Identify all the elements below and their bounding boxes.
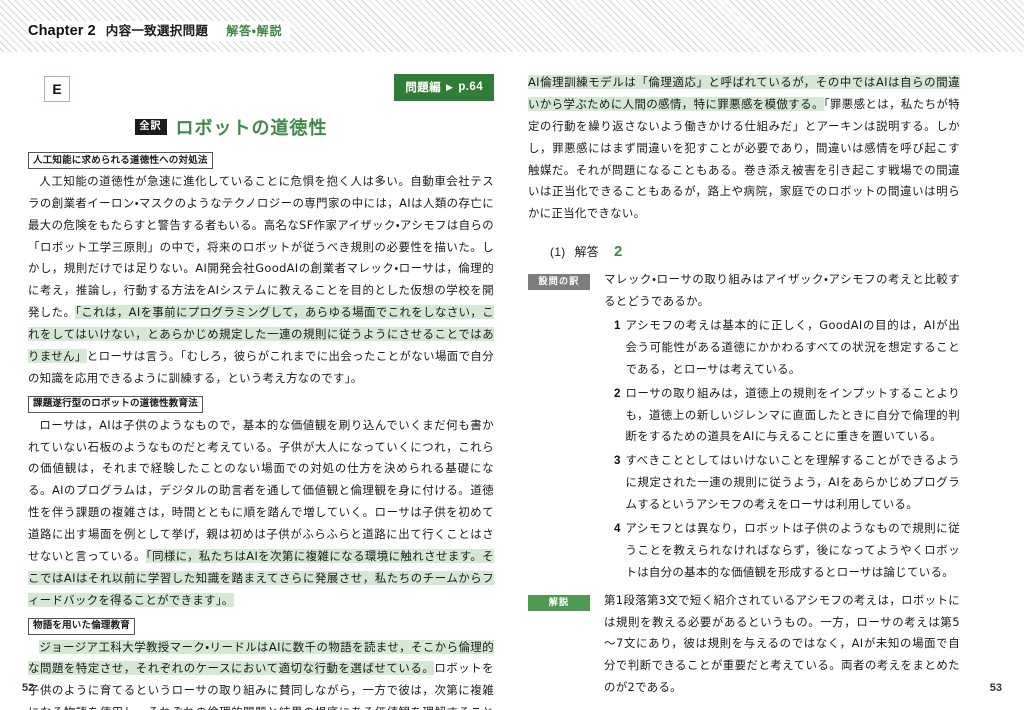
choice-text: アシモフの考えは基本的に正しく，GoodAIの目的は，AIが出会う可能性がある道… xyxy=(625,318,960,376)
full-translation-badge: 全訳 xyxy=(134,119,167,135)
textbook-spread: Chapter 2 内容一致選択問題 解答・解説 E 問題編 ▶ p.64 全訳… xyxy=(0,0,1024,710)
answer-number: (1) xyxy=(550,245,566,260)
choice-number: 3 xyxy=(614,454,621,468)
answer-word-label: 解答 xyxy=(574,245,600,260)
running-header: Chapter 2 内容一致選択問題 解答・解説 xyxy=(0,0,1024,52)
paragraph: 人工知能の道徳性が急速に進化していることに危惧を抱く人は多い。自動車会社テスラの… xyxy=(28,171,494,390)
text-run: 人工知能の道徳性が急速に進化していることに危惧を抱く人は多い。自動車会社テスラの… xyxy=(28,173,494,320)
explanation-row: 解説 第1段落第3文で短く紹介されているアシモフの考えは，ロボットには規則を教え… xyxy=(528,590,960,701)
highlighted-text-run: ジョージア工科大学教授マーク・リードルはAIに数千の物語を読ませ，そこから倫理的… xyxy=(28,639,494,676)
page-gutter xyxy=(511,52,512,710)
paragraph-continuation: AI倫理訓練モデルは「倫理適応」と呼ばれているが，その中ではAIは自らの間違いか… xyxy=(528,72,960,225)
paragraph: ローサは，AIは子供のようなもので，基本的な価値観を刷り込んでいくまだ何も書かれ… xyxy=(28,415,495,612)
header-text-group: Chapter 2 内容一致選択問題 解答・解説 xyxy=(28,20,282,42)
choice-number: 2 xyxy=(614,386,621,400)
reference-label: 問題編 xyxy=(405,82,442,94)
header-topic-label: 内容一致選択問題 xyxy=(105,24,209,38)
question-lead: マレック・ローサの取り組みはアイザック・アシモフの考えと比較するとどうであるか。 xyxy=(604,272,960,309)
answer-block: (1) 解答 2 設問の訳 マレック・ローサの取り組みはアイザック・アシモフの考… xyxy=(528,243,960,701)
choice-item: 3 すべきこととしてはいけないことを理解することができるように規定された一連の規… xyxy=(614,450,960,518)
right-page-column: AI倫理訓練モデルは「倫理適応」と呼ばれているが，その中ではAIは自らの間違いか… xyxy=(528,72,960,710)
page-title: ロボットの道徳性 xyxy=(175,118,328,138)
page-number-right: 53 xyxy=(989,682,1002,694)
section-heading-label: 人工知能に求められる道徳性への対処法 xyxy=(28,152,213,169)
choice-item: 4 アシモフとは異なり，ロボットは子供のようなもので規則に従うことを教えられなけ… xyxy=(614,518,960,586)
explanation-text: 第1段落第3文で短く紹介されているアシモフの考えは，ロボットには規則を教える必要… xyxy=(604,592,960,695)
play-arrow-icon: ▶ xyxy=(446,81,454,92)
section-letter-badge: E xyxy=(44,76,70,102)
translation-section: 人工知能に求められる道徳性への対処法 人工知能の道徳性が急速に進化していることに… xyxy=(28,148,494,390)
choice-text: アシモフとは異なり，ロボットは子供のようなもので規則に従うことを教えられなければ… xyxy=(625,521,960,579)
header-kind-label: 解答・解説 xyxy=(226,24,283,38)
text-run: とローサは言う。「むしろ，彼らがこれまでに出会ったことがない場面で自分の知識を応… xyxy=(28,349,494,385)
question-translation-tag: 設問の訳 xyxy=(528,274,590,291)
paragraph: ジョージア工科大学教授マーク・リードルはAIに数千の物語を読ませ，そこから倫理的… xyxy=(28,637,494,710)
answer-header: (1) 解答 2 xyxy=(550,243,960,260)
problem-reference-pill[interactable]: 問題編 ▶ p.64 xyxy=(394,74,494,101)
translation-section: 物語を用いた倫理教育 ジョージア工科大学教授マーク・リードルはAIに数千の物語を… xyxy=(28,614,494,710)
question-translation-row: 設問の訳 マレック・ローサの取り組みはアイザック・アシモフの考えと比較するとどう… xyxy=(528,269,960,585)
choice-item: 1 アシモフの考えは基本的に正しく，GoodAIの目的は，AIが出会う可能性があ… xyxy=(614,315,960,383)
choice-text: ローサの取り組みは，道徳上の規則をインプットすることよりも，道徳上の新しいジレン… xyxy=(625,385,960,444)
text-run: ローサは，AIは子供のようなもので，基本的な価値観を刷り込んでいくまだ何も書かれ… xyxy=(28,417,494,564)
choice-list: 1 アシモフの考えは基本的に正しく，GoodAIの目的は，AIが出会う可能性があ… xyxy=(614,315,960,586)
section-heading-label: 課題遂行型のロボットの道徳性教育法 xyxy=(28,395,203,413)
explanation-tag: 解説 xyxy=(528,594,590,611)
choice-number: 1 xyxy=(614,319,621,333)
translation-section: 課題遂行型のロボットの道徳性教育法 ローサは，AIは子供のようなもので，基本的な… xyxy=(28,392,495,612)
page-number-left: 52 xyxy=(22,682,35,694)
explanation-body: 第1段落第3文で短く紹介されているアシモフの考えは，ロボットには規則を教える必要… xyxy=(604,590,960,701)
section-heading-label: 物語を用いた倫理教育 xyxy=(28,617,136,635)
left-page-top-row: E 問題編 ▶ p.64 xyxy=(28,72,494,108)
tag-column: 解説 xyxy=(528,590,604,611)
choice-number: 4 xyxy=(614,522,621,536)
left-page-column: E 問題編 ▶ p.64 全訳 ロボットの道徳性 人工知能に求められる道徳性への… xyxy=(28,72,495,710)
reference-page: p.64 xyxy=(458,81,483,93)
question-translation-body: マレック・ローサの取り組みはアイザック・アシモフの考えと比較するとどうであるか。… xyxy=(604,269,960,585)
choice-item: 2 ローサの取り組みは，道徳上の規則をインプットすることよりも，道徳上の新しいジ… xyxy=(614,383,960,451)
header-chapter-label: Chapter 2 xyxy=(28,23,96,39)
side-tab-text-group: Chapter 2 内容一致選択問題 解答・解説 xyxy=(992,160,1024,396)
choice-text: すべきこととしてはいけないことを理解することができるように規定された一連の規則に… xyxy=(625,453,960,512)
translation-title-row: 全訳 ロボットの道徳性 xyxy=(28,114,494,140)
text-run: 「罪悪感とは，私たちが特定の行動を繰り返さないよう働きかける仕組みだ」とアーキン… xyxy=(528,96,960,221)
answer-value: 2 xyxy=(614,243,623,261)
side-tab: Chapter 2 内容一致選択問題 解答・解説 xyxy=(992,160,1018,460)
tag-column: 設問の訳 xyxy=(528,269,604,291)
